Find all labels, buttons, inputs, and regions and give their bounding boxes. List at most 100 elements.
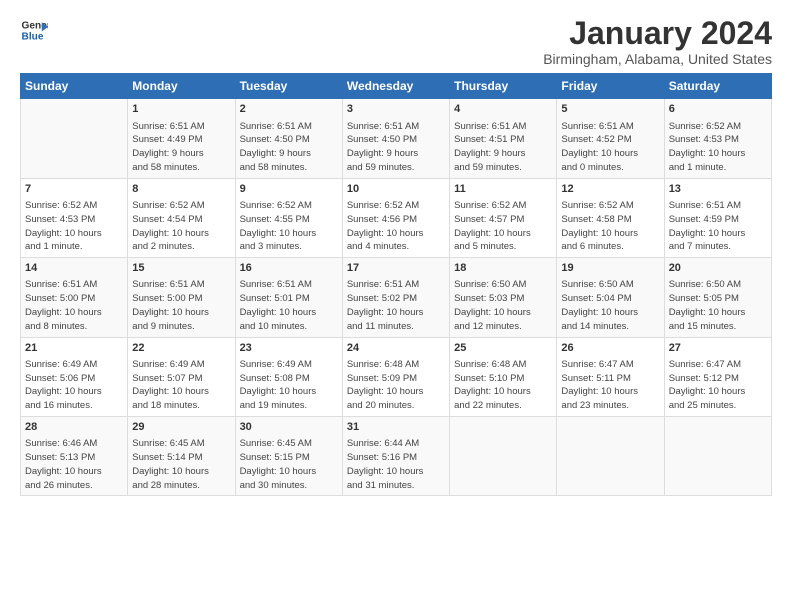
day-cell: 17 Sunrise: 6:51 AMSunset: 5:02 PMDayligh… <box>342 258 449 337</box>
day-cell <box>664 417 771 496</box>
day-cell: 30 Sunrise: 6:45 AMSunset: 5:15 PMDayligh… <box>235 417 342 496</box>
day-number: 10 <box>347 182 445 197</box>
weekday-monday: Monday <box>128 74 235 99</box>
day-number: 12 <box>561 182 659 197</box>
day-number: 25 <box>454 341 552 356</box>
day-info: Sunrise: 6:51 AMSunset: 5:00 PMDaylight:… <box>132 278 230 333</box>
week-row-0: 1 Sunrise: 6:51 AMSunset: 4:49 PMDaylight… <box>21 99 772 178</box>
day-number: 29 <box>132 420 230 435</box>
day-cell: 3 Sunrise: 6:51 AMSunset: 4:50 PMDaylight… <box>342 99 449 178</box>
day-info: Sunrise: 6:51 AMSunset: 4:51 PMDaylight:… <box>454 120 552 175</box>
day-cell: 1 Sunrise: 6:51 AMSunset: 4:49 PMDaylight… <box>128 99 235 178</box>
day-number: 3 <box>347 102 445 117</box>
day-info: Sunrise: 6:52 AMSunset: 4:56 PMDaylight:… <box>347 199 445 254</box>
day-info: Sunrise: 6:51 AMSunset: 5:00 PMDaylight:… <box>25 278 123 333</box>
day-number: 5 <box>561 102 659 117</box>
day-info: Sunrise: 6:52 AMSunset: 4:55 PMDaylight:… <box>240 199 338 254</box>
main-title: January 2024 <box>543 16 772 51</box>
weekday-friday: Friday <box>557 74 664 99</box>
day-number: 30 <box>240 420 338 435</box>
day-cell: 26Sunrise: 6:47 AMSunset: 5:11 PMDayligh… <box>557 337 664 416</box>
day-number: 26 <box>561 341 659 356</box>
day-info: Sunrise: 6:51 AMSunset: 4:50 PMDaylight:… <box>240 120 338 175</box>
day-info: Sunrise: 6:49 AMSunset: 5:07 PMDaylight:… <box>132 358 230 413</box>
day-number: 8 <box>132 182 230 197</box>
calendar-table: SundayMondayTuesdayWednesdayThursdayFrid… <box>20 73 772 496</box>
day-info: Sunrise: 6:51 AMSunset: 4:59 PMDaylight:… <box>669 199 767 254</box>
day-number: 28 <box>25 420 123 435</box>
day-number: 6 <box>669 102 767 117</box>
day-info: Sunrise: 6:51 AMSunset: 5:01 PMDaylight:… <box>240 278 338 333</box>
day-info: Sunrise: 6:46 AMSunset: 5:13 PMDaylight:… <box>25 437 123 492</box>
day-info: Sunrise: 6:44 AMSunset: 5:16 PMDaylight:… <box>347 437 445 492</box>
day-number: 21 <box>25 341 123 356</box>
day-cell: 10 Sunrise: 6:52 AMSunset: 4:56 PMDayligh… <box>342 178 449 257</box>
day-info: Sunrise: 6:50 AMSunset: 5:04 PMDaylight:… <box>561 278 659 333</box>
day-number: 17 <box>347 261 445 276</box>
day-info: Sunrise: 6:48 AMSunset: 5:09 PMDaylight:… <box>347 358 445 413</box>
day-number: 9 <box>240 182 338 197</box>
day-cell: 14Sunrise: 6:51 AMSunset: 5:00 PMDayligh… <box>21 258 128 337</box>
day-cell: 22Sunrise: 6:49 AMSunset: 5:07 PMDayligh… <box>128 337 235 416</box>
day-cell: 15 Sunrise: 6:51 AMSunset: 5:00 PMDayligh… <box>128 258 235 337</box>
day-number: 31 <box>347 420 445 435</box>
day-cell: 19 Sunrise: 6:50 AMSunset: 5:04 PMDayligh… <box>557 258 664 337</box>
weekday-sunday: Sunday <box>21 74 128 99</box>
day-info: Sunrise: 6:47 AMSunset: 5:12 PMDaylight:… <box>669 358 767 413</box>
weekday-tuesday: Tuesday <box>235 74 342 99</box>
day-cell: 2 Sunrise: 6:51 AMSunset: 4:50 PMDaylight… <box>235 99 342 178</box>
day-info: Sunrise: 6:50 AMSunset: 5:05 PMDaylight:… <box>669 278 767 333</box>
day-cell <box>21 99 128 178</box>
day-cell: 9 Sunrise: 6:52 AMSunset: 4:55 PMDaylight… <box>235 178 342 257</box>
day-cell: 7 Sunrise: 6:52 AMSunset: 4:53 PMDaylight… <box>21 178 128 257</box>
day-number: 19 <box>561 261 659 276</box>
day-cell: 6Sunrise: 6:52 AMSunset: 4:53 PMDaylight… <box>664 99 771 178</box>
day-cell: 16 Sunrise: 6:51 AMSunset: 5:01 PMDayligh… <box>235 258 342 337</box>
day-cell: 5Sunrise: 6:51 AMSunset: 4:52 PMDaylight… <box>557 99 664 178</box>
weekday-header-row: SundayMondayTuesdayWednesdayThursdayFrid… <box>21 74 772 99</box>
day-info: Sunrise: 6:45 AMSunset: 5:15 PMDaylight:… <box>240 437 338 492</box>
day-number: 7 <box>25 182 123 197</box>
subtitle: Birmingham, Alabama, United States <box>543 51 772 67</box>
day-info: Sunrise: 6:52 AMSunset: 4:58 PMDaylight:… <box>561 199 659 254</box>
day-number: 16 <box>240 261 338 276</box>
logo: General Blue <box>20 16 48 44</box>
day-cell: 24Sunrise: 6:48 AMSunset: 5:09 PMDayligh… <box>342 337 449 416</box>
day-number: 2 <box>240 102 338 117</box>
weekday-saturday: Saturday <box>664 74 771 99</box>
day-cell: 25 Sunrise: 6:48 AMSunset: 5:10 PMDayligh… <box>450 337 557 416</box>
day-info: Sunrise: 6:49 AMSunset: 5:08 PMDaylight:… <box>240 358 338 413</box>
day-number: 27 <box>669 341 767 356</box>
day-cell: 4Sunrise: 6:51 AMSunset: 4:51 PMDaylight… <box>450 99 557 178</box>
day-number: 15 <box>132 261 230 276</box>
day-info: Sunrise: 6:51 AMSunset: 4:49 PMDaylight:… <box>132 120 230 175</box>
logo-icon: General Blue <box>20 16 48 44</box>
day-cell: 28 Sunrise: 6:46 AMSunset: 5:13 PMDayligh… <box>21 417 128 496</box>
day-info: Sunrise: 6:49 AMSunset: 5:06 PMDaylight:… <box>25 358 123 413</box>
week-row-2: 14Sunrise: 6:51 AMSunset: 5:00 PMDayligh… <box>21 258 772 337</box>
page: General Blue January 2024 Birmingham, Al… <box>0 0 792 612</box>
weekday-thursday: Thursday <box>450 74 557 99</box>
day-info: Sunrise: 6:45 AMSunset: 5:14 PMDaylight:… <box>132 437 230 492</box>
week-row-4: 28 Sunrise: 6:46 AMSunset: 5:13 PMDayligh… <box>21 417 772 496</box>
day-cell <box>450 417 557 496</box>
day-cell: 31 Sunrise: 6:44 AMSunset: 5:16 PMDayligh… <box>342 417 449 496</box>
day-number: 20 <box>669 261 767 276</box>
day-cell: 27 Sunrise: 6:47 AMSunset: 5:12 PMDayligh… <box>664 337 771 416</box>
day-cell: 21 Sunrise: 6:49 AMSunset: 5:06 PMDayligh… <box>21 337 128 416</box>
day-info: Sunrise: 6:51 AMSunset: 4:50 PMDaylight:… <box>347 120 445 175</box>
day-number: 1 <box>132 102 230 117</box>
day-info: Sunrise: 6:48 AMSunset: 5:10 PMDaylight:… <box>454 358 552 413</box>
day-cell: 11Sunrise: 6:52 AMSunset: 4:57 PMDayligh… <box>450 178 557 257</box>
day-number: 11 <box>454 182 552 197</box>
day-info: Sunrise: 6:51 AMSunset: 5:02 PMDaylight:… <box>347 278 445 333</box>
header: General Blue January 2024 Birmingham, Al… <box>20 16 772 67</box>
weekday-wednesday: Wednesday <box>342 74 449 99</box>
day-info: Sunrise: 6:50 AMSunset: 5:03 PMDaylight:… <box>454 278 552 333</box>
day-info: Sunrise: 6:52 AMSunset: 4:53 PMDaylight:… <box>25 199 123 254</box>
day-cell: 13Sunrise: 6:51 AMSunset: 4:59 PMDayligh… <box>664 178 771 257</box>
day-cell: 20 Sunrise: 6:50 AMSunset: 5:05 PMDayligh… <box>664 258 771 337</box>
day-info: Sunrise: 6:52 AMSunset: 4:54 PMDaylight:… <box>132 199 230 254</box>
day-number: 18 <box>454 261 552 276</box>
day-cell: 18 Sunrise: 6:50 AMSunset: 5:03 PMDayligh… <box>450 258 557 337</box>
